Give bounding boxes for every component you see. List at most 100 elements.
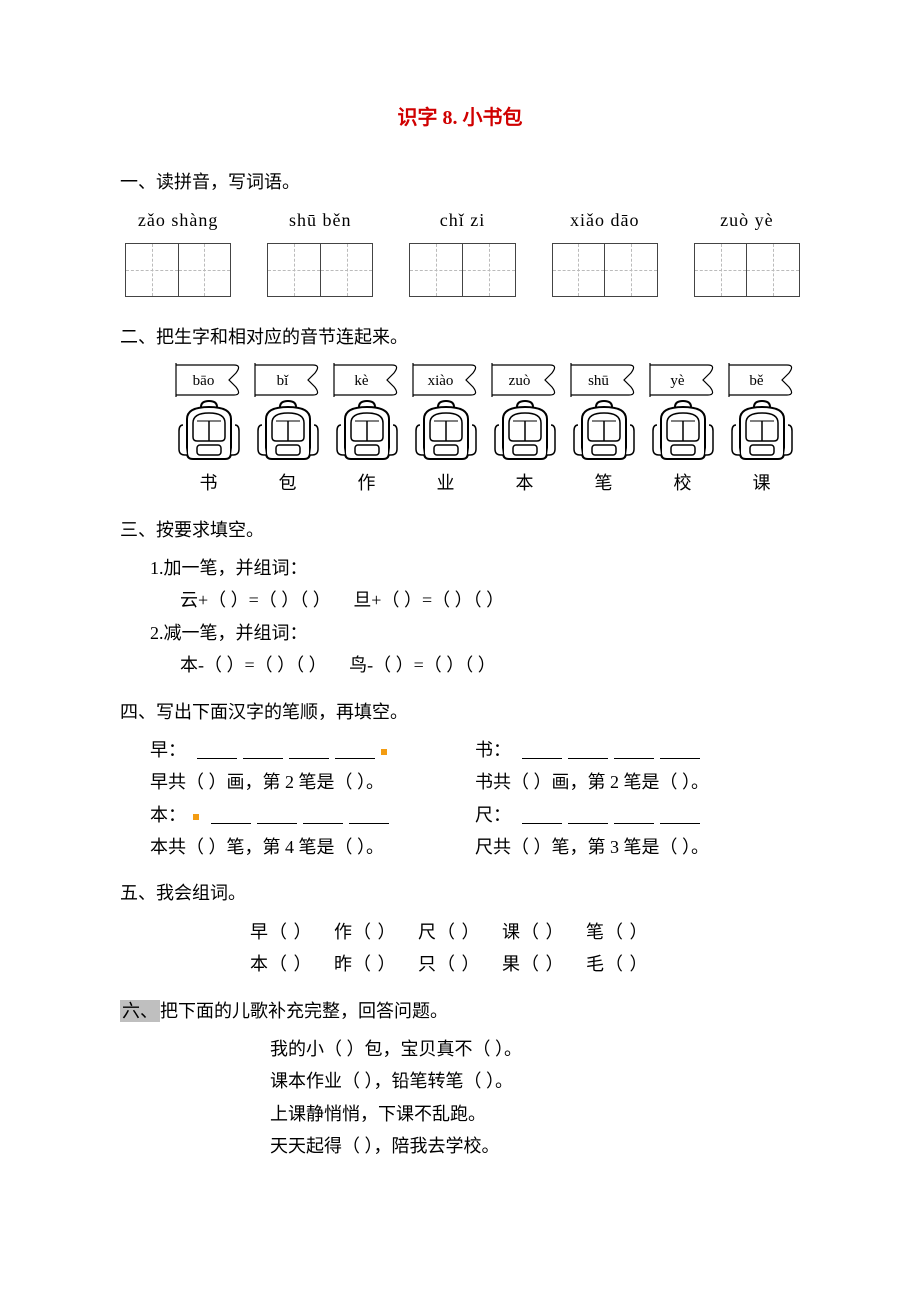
marker-dot-icon xyxy=(193,814,199,820)
sec4-row: 本： 尺： xyxy=(120,799,800,831)
stroke-blanks[interactable] xyxy=(197,744,375,759)
flag-row: bāo bǐ kè xiào zuò shū yè bě xyxy=(170,363,800,397)
backpack-item[interactable] xyxy=(723,399,800,463)
backpack-icon xyxy=(335,399,399,463)
blank-group[interactable]: 云+（ ）=（ ）（ ） xyxy=(180,590,331,610)
char-row: 书 包 作 业 本 笔 校 课 xyxy=(170,467,800,499)
flag-label: bě xyxy=(723,368,790,395)
sec4-row: 早： 书： xyxy=(120,734,800,766)
sec6-heading: 六、把下面的儿歌补充完整，回答问题。 xyxy=(120,995,800,1027)
sec3-line: 云+（ ）=（ ）（ ） 旦+（ ）=（ ）（ ） xyxy=(120,584,800,616)
zuci-item[interactable]: 早（ ） xyxy=(250,916,313,948)
flag-item[interactable]: yè xyxy=(644,363,721,397)
backpack-item[interactable] xyxy=(565,399,642,463)
zuci-item[interactable]: 只（ ） xyxy=(418,948,481,980)
sec4-heading: 四、写出下面汉字的笔顺，再填空。 xyxy=(120,696,800,728)
backpack-icon xyxy=(730,399,794,463)
stroke-question[interactable]: 早共（ ）画，第 2 笔是（ ）。 xyxy=(150,766,475,798)
marker-dot-icon xyxy=(381,749,387,755)
char-cell: 包 xyxy=(249,467,326,499)
flag-item[interactable]: kè xyxy=(328,363,405,397)
backpack-item[interactable] xyxy=(249,399,326,463)
backpack-item[interactable] xyxy=(486,399,563,463)
pinyin-item: chǐ zi xyxy=(409,204,515,236)
tianzi-box[interactable] xyxy=(409,243,515,297)
flag-item[interactable]: bě xyxy=(723,363,800,397)
stroke-question[interactable]: 尺共（ ）笔，第 3 笔是（ ）。 xyxy=(475,831,800,863)
zuci-item[interactable]: 果（ ） xyxy=(502,948,565,980)
stroke-blanks[interactable] xyxy=(211,809,389,824)
flag-item[interactable]: bāo xyxy=(170,363,247,397)
sec5-heading: 五、我会组词。 xyxy=(120,877,800,909)
blank-group[interactable]: 本-（ ）=（ ）（ ） xyxy=(180,655,327,675)
backpack-item[interactable] xyxy=(407,399,484,463)
zuci-row: 本（ ） 昨（ ） 只（ ） 果（ ） 毛（ ） xyxy=(120,948,800,980)
pinyin-item: xiǎo dāo xyxy=(552,204,658,236)
pinyin-item: shū běn xyxy=(267,204,373,236)
flag-label: yè xyxy=(644,368,711,395)
flag-item[interactable]: zuò xyxy=(486,363,563,397)
backpack-item[interactable] xyxy=(170,399,247,463)
flag-label: shū xyxy=(565,368,632,395)
char-cell: 业 xyxy=(407,467,484,499)
poem-line[interactable]: 我的小（ ）包，宝贝真不（ ）。 xyxy=(120,1033,800,1065)
char-cell: 笔 xyxy=(565,467,642,499)
blank-group[interactable]: 鸟-（ ）=（ ）（ ） xyxy=(349,655,496,675)
tianzi-row xyxy=(120,243,800,297)
stroke-label: 书： xyxy=(475,740,511,760)
backpack-icon xyxy=(493,399,557,463)
zuci-item[interactable]: 本（ ） xyxy=(250,948,313,980)
poem-line[interactable]: 天天起得（ ），陪我去学校。 xyxy=(120,1130,800,1162)
pinyin-item: zǎo shàng xyxy=(125,204,231,236)
sec3-line: 本-（ ）=（ ）（ ） 鸟-（ ）=（ ）（ ） xyxy=(120,649,800,681)
sec3-sub2: 2.减一笔，并组词： xyxy=(120,617,800,649)
stroke-label: 尺： xyxy=(475,805,511,825)
sec1-heading: 一、读拼音，写词语。 xyxy=(120,166,800,198)
tianzi-box[interactable] xyxy=(125,243,231,297)
tianzi-box[interactable] xyxy=(694,243,800,297)
flag-item[interactable]: bǐ xyxy=(249,363,326,397)
zuci-item[interactable]: 课（ ） xyxy=(502,916,565,948)
stroke-question[interactable]: 书共（ ）画，第 2 笔是（ ）。 xyxy=(475,766,800,798)
sec6-heading-text: 把下面的儿歌补充完整，回答问题。 xyxy=(160,1001,448,1021)
char-cell: 书 xyxy=(170,467,247,499)
char-cell: 本 xyxy=(486,467,563,499)
stroke-label: 早： xyxy=(150,740,186,760)
sec3-heading: 三、按要求填空。 xyxy=(120,514,800,546)
sec3-sub1: 1.加一笔，并组词： xyxy=(120,552,800,584)
blank-group[interactable]: 旦+（ ）=（ ）（ ） xyxy=(353,590,504,610)
flag-label: kè xyxy=(328,368,395,395)
char-cell: 课 xyxy=(723,467,800,499)
zuci-item[interactable]: 笔（ ） xyxy=(586,916,649,948)
sec2-heading: 二、把生字和相对应的音节连起来。 xyxy=(120,321,800,353)
poem-line[interactable]: 课本作业（ ），铅笔转笔（ ）。 xyxy=(120,1065,800,1097)
char-cell: 作 xyxy=(328,467,405,499)
zuci-item[interactable]: 作（ ） xyxy=(334,916,397,948)
stroke-label: 本： xyxy=(150,805,186,825)
stroke-blanks[interactable] xyxy=(522,809,700,824)
pinyin-row: zǎo shàng shū běn chǐ zi xiǎo dāo zuò yè xyxy=(120,204,800,236)
stroke-blanks[interactable] xyxy=(522,744,700,759)
flag-label: bāo xyxy=(170,368,237,395)
poem-line: 上课静悄悄，下课不乱跑。 xyxy=(120,1098,800,1130)
flag-item[interactable]: xiào xyxy=(407,363,484,397)
stroke-question[interactable]: 本共（ ）笔，第 4 笔是（ ）。 xyxy=(150,831,475,863)
backpack-icon xyxy=(256,399,320,463)
flag-item[interactable]: shū xyxy=(565,363,642,397)
backpack-row xyxy=(170,399,800,463)
zuci-item[interactable]: 毛（ ） xyxy=(586,948,649,980)
flag-label: xiào xyxy=(407,368,474,395)
backpack-item[interactable] xyxy=(644,399,721,463)
zuci-item[interactable]: 尺（ ） xyxy=(418,916,481,948)
backpack-item[interactable] xyxy=(328,399,405,463)
flag-label: zuò xyxy=(486,368,553,395)
backpack-icon xyxy=(414,399,478,463)
zuci-item[interactable]: 昨（ ） xyxy=(334,948,397,980)
tianzi-box[interactable] xyxy=(267,243,373,297)
backpack-icon xyxy=(651,399,715,463)
tianzi-box[interactable] xyxy=(552,243,658,297)
backpack-icon xyxy=(177,399,241,463)
flag-label: bǐ xyxy=(249,368,316,395)
sec4-row: 本共（ ）笔，第 4 笔是（ ）。 尺共（ ）笔，第 3 笔是（ ）。 xyxy=(120,831,800,863)
char-cell: 校 xyxy=(644,467,721,499)
